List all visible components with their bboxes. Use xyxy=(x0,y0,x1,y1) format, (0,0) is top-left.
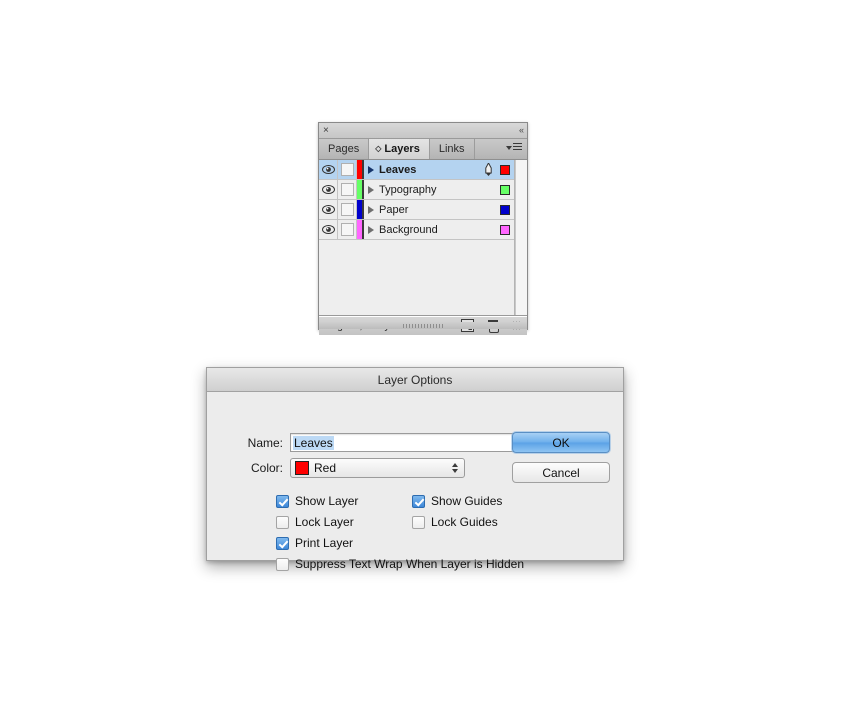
checkbox-print-layer[interactable]: Print Layer xyxy=(276,536,353,550)
layers-body: Leaves Typography Paper Background xyxy=(319,160,527,316)
layers-empty-area xyxy=(319,240,514,315)
layer-color-swatch xyxy=(496,220,514,239)
ok-button-label: OK xyxy=(552,435,570,450)
checkbox-suppress-text-wrap-box[interactable] xyxy=(276,557,289,571)
tab-pages[interactable]: Pages xyxy=(319,139,370,159)
layer-row[interactable]: Typography xyxy=(319,180,514,200)
lock-toggle-icon[interactable] xyxy=(338,200,357,219)
chevron-down-icon xyxy=(506,145,512,150)
checkbox-lock-guides-box[interactable] xyxy=(412,515,425,529)
color-swatch-icon xyxy=(295,461,309,475)
ok-button[interactable]: OK xyxy=(512,432,610,453)
checkbox-show-layer-label: Show Layer xyxy=(295,494,359,508)
checkbox-lock-layer-box[interactable] xyxy=(276,515,289,529)
layers-list: Leaves Typography Paper Background xyxy=(319,160,515,315)
name-field-row: Name: Leaves xyxy=(221,433,517,452)
checkbox-show-guides[interactable]: Show Guides xyxy=(412,494,502,508)
layer-name: Typography xyxy=(379,183,437,196)
eye-icon[interactable] xyxy=(319,200,338,219)
pen-icon-placeholder xyxy=(480,220,496,239)
tab-pages-label: Pages xyxy=(328,143,360,155)
checkbox-lock-guides[interactable]: Lock Guides xyxy=(412,515,498,529)
tab-layers[interactable]: ◇ Layers xyxy=(369,139,430,159)
layer-color-bar xyxy=(357,200,364,219)
grip-dots-icon xyxy=(403,323,443,328)
hamburger-icon xyxy=(513,143,522,152)
color-field-row: Color: Red xyxy=(221,458,465,478)
layer-color-swatch xyxy=(496,160,514,179)
cancel-button-label: Cancel xyxy=(542,465,580,480)
tab-layers-label: Layers xyxy=(384,143,420,155)
dialog-title: Layer Options xyxy=(377,372,453,387)
layer-color-bar xyxy=(357,160,364,179)
layer-name: Leaves xyxy=(379,163,417,176)
tab-diamond-icon: ◇ xyxy=(375,144,382,153)
disclosure-triangle-icon[interactable] xyxy=(364,220,378,239)
tabbar-filler xyxy=(474,139,527,159)
checkbox-show-layer[interactable]: Show Layer xyxy=(276,494,358,508)
checkbox-lock-layer-label: Lock Layer xyxy=(295,515,354,529)
eye-icon[interactable] xyxy=(319,160,338,179)
layers-scrollbar[interactable] xyxy=(515,160,527,315)
disclosure-triangle-icon[interactable] xyxy=(364,180,378,199)
layer-row[interactable]: Leaves xyxy=(319,160,514,180)
collapse-panel-icon[interactable]: « xyxy=(519,124,524,137)
checkbox-lock-guides-label: Lock Guides xyxy=(431,515,498,529)
layer-row[interactable]: Paper xyxy=(319,200,514,220)
dialog-body: Name: Leaves Color: Red OK Cancel Show L… xyxy=(207,392,623,571)
checkbox-suppress-text-wrap[interactable]: Suppress Text Wrap When Layer is Hidden xyxy=(276,557,524,571)
cancel-button[interactable]: Cancel xyxy=(512,462,610,483)
checkbox-print-layer-label: Print Layer xyxy=(295,536,354,550)
name-input[interactable]: Leaves xyxy=(290,433,517,452)
panel-menu-icon[interactable] xyxy=(506,143,522,152)
dialog-title-bar: Layer Options xyxy=(207,368,623,392)
pen-icon-placeholder xyxy=(480,200,496,219)
panel-tabbar: Pages ◇ Layers Links xyxy=(319,139,527,160)
layer-color-bar xyxy=(357,220,364,239)
stepper-arrows-icon[interactable] xyxy=(452,463,458,473)
checkbox-show-guides-label: Show Guides xyxy=(431,494,503,508)
layer-name: Background xyxy=(379,223,438,236)
pen-icon-placeholder xyxy=(480,180,496,199)
color-field-label: Color: xyxy=(250,461,283,475)
checkbox-lock-layer[interactable]: Lock Layer xyxy=(276,515,354,529)
layers-panel: × « Pages ◇ Layers Links Leaves Typograp… xyxy=(318,122,528,335)
disclosure-triangle-icon[interactable] xyxy=(364,160,378,179)
screenshot-root: × « Pages ◇ Layers Links Leaves Typograp… xyxy=(0,0,850,717)
name-input-value: Leaves xyxy=(293,435,334,450)
eye-icon[interactable] xyxy=(319,220,338,239)
tab-links[interactable]: Links xyxy=(429,139,475,159)
checkbox-show-guides-box[interactable] xyxy=(412,494,425,508)
checkbox-print-layer-box[interactable] xyxy=(276,536,289,550)
checkbox-show-layer-box[interactable] xyxy=(276,494,289,508)
layer-options-dialog: Layer Options Name: Leaves Color: Red OK… xyxy=(206,367,624,571)
panel-bottom-grip[interactable] xyxy=(319,322,527,329)
panel-titlebar: × « xyxy=(319,123,527,139)
lock-toggle-icon[interactable] xyxy=(338,160,357,179)
eye-icon[interactable] xyxy=(319,180,338,199)
lock-toggle-icon[interactable] xyxy=(338,180,357,199)
layer-color-swatch xyxy=(496,200,514,219)
color-select[interactable]: Red xyxy=(290,458,465,478)
lock-toggle-icon[interactable] xyxy=(338,220,357,239)
layer-color-swatch xyxy=(496,180,514,199)
name-field-label: Name: xyxy=(247,435,283,450)
pen-icon xyxy=(480,160,496,179)
tab-links-label: Links xyxy=(438,143,465,155)
checkbox-suppress-text-wrap-label: Suppress Text Wrap When Layer is Hidden xyxy=(295,557,525,571)
layer-color-bar xyxy=(357,180,364,199)
disclosure-triangle-icon[interactable] xyxy=(364,200,378,219)
close-icon[interactable]: × xyxy=(323,124,329,137)
layer-name: Paper xyxy=(379,203,409,216)
color-select-value: Red xyxy=(314,461,337,475)
layer-row[interactable]: Background xyxy=(319,220,514,240)
